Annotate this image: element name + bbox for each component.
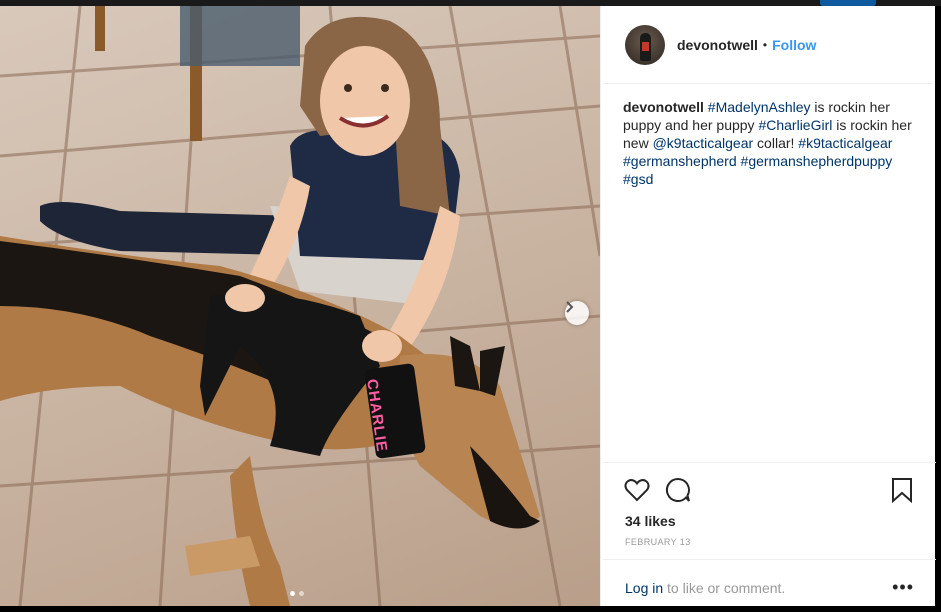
likes-count[interactable]: 34 likes (603, 509, 936, 529)
caption-hashtag-link[interactable]: #MadelynAshley (708, 99, 811, 115)
like-button[interactable] (623, 476, 651, 504)
post-side-panel: devonotwell • Follow devonotwell #Madely… (600, 6, 936, 606)
caption-hashtag-link[interactable]: #CharlieGirl (758, 117, 832, 133)
chevron-right-icon (566, 301, 574, 313)
caption-hashtag-link[interactable]: #germanshepherd (623, 153, 737, 169)
caption-hashtag-link[interactable]: #k9tacticalgear (798, 135, 892, 151)
bookmark-icon (892, 478, 912, 503)
caption-hashtag-link[interactable]: #germanshepherdpuppy (741, 153, 893, 169)
comment-prompt: to like or comment. (663, 579, 786, 596)
post-actions: 34 likes FEBRUARY 13 Log in to like or c… (603, 462, 936, 612)
action-icons (603, 463, 936, 509)
heart-icon (624, 479, 650, 502)
carousel-next-button[interactable] (565, 301, 589, 325)
post-caption: devonotwell #MadelynAshley is rockin her… (601, 84, 935, 202)
follow-button[interactable]: Follow (772, 37, 816, 53)
comment-button[interactable] (664, 476, 692, 504)
save-button[interactable] (888, 476, 916, 504)
caption-hashtag-link[interactable]: #gsd (623, 171, 653, 187)
carousel-dot (290, 591, 295, 596)
caption-username[interactable]: devonotwell (623, 99, 704, 115)
carousel-dot (299, 591, 304, 596)
photo-illustration (0, 6, 600, 606)
header-username[interactable]: devonotwell (677, 37, 758, 53)
login-link[interactable]: Log in (625, 580, 663, 596)
post-date: FEBRUARY 13 (625, 537, 691, 547)
header-separator: • (762, 37, 768, 52)
post-header: devonotwell • Follow (603, 6, 933, 84)
comment-bar: Log in to like or comment. ••• (603, 559, 936, 612)
comment-icon (665, 477, 690, 502)
avatar[interactable] (625, 24, 665, 65)
post-photo[interactable]: CHARLIE (0, 6, 600, 606)
more-options-button[interactable]: ••• (892, 577, 914, 598)
caption-hashtag-link[interactable]: @k9tacticalgear (653, 135, 754, 151)
carousel-dots (290, 591, 304, 596)
caption-text: collar! (753, 135, 799, 151)
